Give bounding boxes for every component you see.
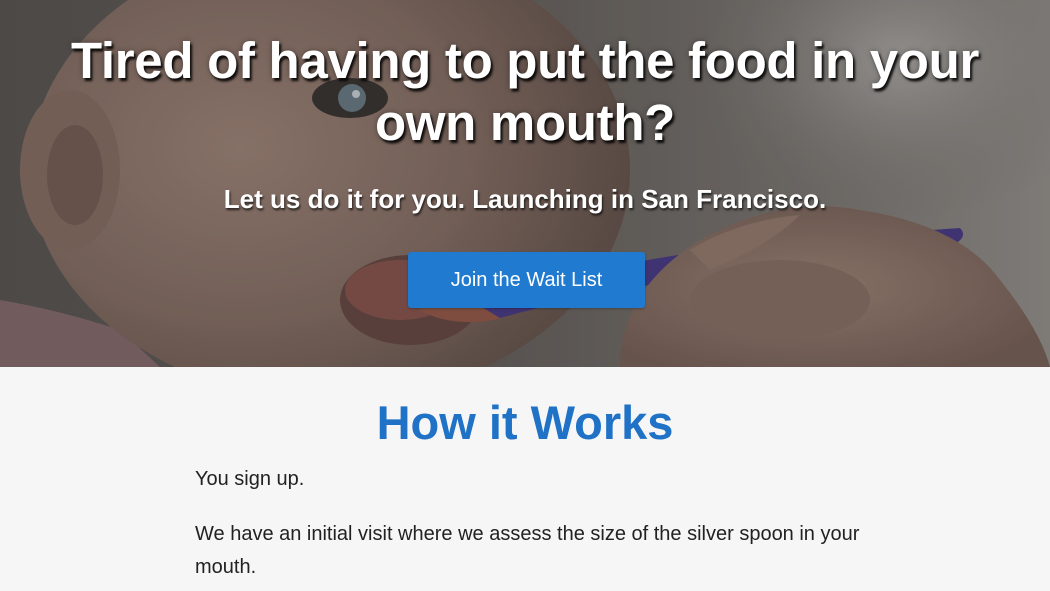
hero-section: Tired of having to put the food in your … — [0, 0, 1050, 367]
hero-subtitle: Let us do it for you. Launching in San F… — [223, 184, 827, 214]
how-it-works-body: You sign up. We have an initial visit wh… — [195, 463, 875, 591]
join-wait-list-button[interactable]: Join the Wait List — [408, 252, 645, 308]
how-it-works-section: How it Works You sign up. We have an ini… — [0, 367, 1050, 591]
step-paragraph: We have an initial visit where we assess… — [195, 523, 860, 578]
step-paragraph: You sign up. — [195, 468, 305, 490]
landing-page: Tired of having to put the food in your … — [0, 0, 1050, 591]
hero-content: Tired of having to put the food in your … — [0, 0, 1050, 367]
hero-title: Tired of having to put the food in your … — [70, 32, 980, 151]
how-it-works-heading: How it Works — [376, 396, 674, 449]
